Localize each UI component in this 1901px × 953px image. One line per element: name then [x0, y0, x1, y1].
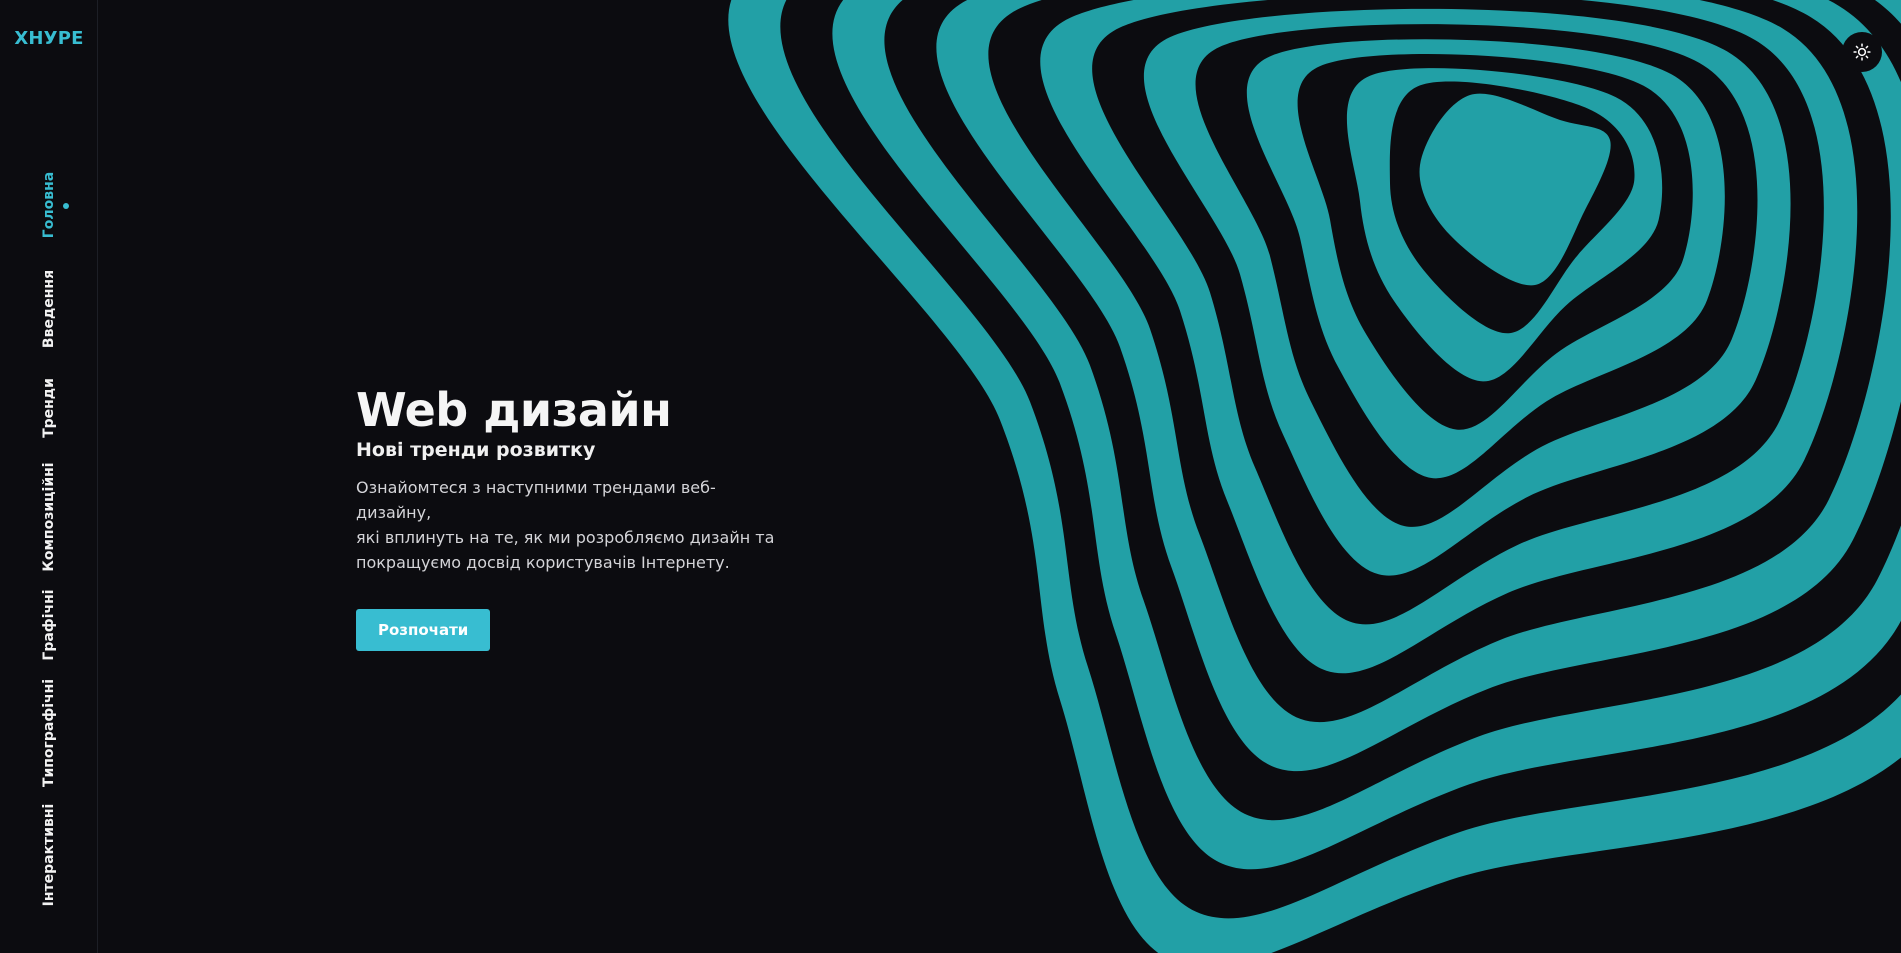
- hero-title: Web дизайн: [356, 383, 672, 437]
- nav-item-graphic[interactable]: Графічні: [41, 589, 57, 660]
- hero-section: Web дизайн Нові тренди розвитку Ознайомт…: [356, 384, 796, 651]
- hero-description: Ознайомтеся з наступними трендами веб-ди…: [356, 475, 776, 575]
- wavy-pattern-illustration: [728, 0, 1901, 953]
- theme-toggle-button[interactable]: [1842, 32, 1882, 72]
- hero-subtitle: Нові тренди розвитку: [356, 438, 596, 461]
- hero-description-line: покращуємо досвід користувачів Інтернету…: [356, 552, 730, 572]
- nav-item-intro[interactable]: Введення: [41, 270, 57, 348]
- nav-item-trends[interactable]: Тренди: [41, 378, 57, 438]
- nav-item-interactive[interactable]: Інтерактивні: [41, 804, 57, 907]
- active-indicator-dot: [63, 203, 69, 209]
- hero-description-line: які вплинуть на те, як ми розробляємо ди…: [356, 527, 775, 547]
- sidebar-nav: ХНУРЕ Головна Введення Тренди Композицій…: [0, 0, 98, 953]
- logo[interactable]: ХНУРЕ: [0, 28, 98, 49]
- nav-item-typographic[interactable]: Типографічні: [41, 679, 57, 787]
- sun-icon: [1853, 43, 1871, 61]
- nav-item-home[interactable]: Головна: [41, 172, 57, 238]
- nav-item-compositional[interactable]: Композиційні: [41, 462, 57, 571]
- start-button[interactable]: Розпочати: [356, 608, 491, 651]
- hero-description-line: Ознайомтеся з наступними трендами веб-ди…: [356, 477, 716, 522]
- page: ХНУРЕ Головна Введення Тренди Композицій…: [0, 0, 1901, 953]
